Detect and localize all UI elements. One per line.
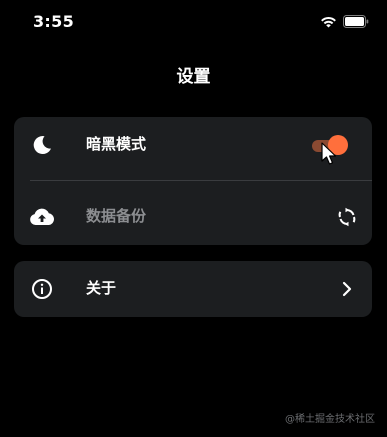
dark-mode-label: 暗黑模式 xyxy=(86,135,147,153)
backup-row[interactable]: 数据备份 xyxy=(14,189,372,245)
status-bar: 3:55 xyxy=(0,0,387,44)
moon-icon xyxy=(28,131,56,159)
dark-mode-row[interactable]: 暗黑模式 xyxy=(14,117,372,173)
about-label: 关于 xyxy=(86,279,117,297)
cloud-upload-icon xyxy=(28,203,56,231)
mouse-cursor-icon xyxy=(320,142,338,168)
settings-group-secondary: 关于 xyxy=(14,261,372,317)
wifi-icon xyxy=(320,13,337,32)
divider xyxy=(30,180,372,181)
watermark: @稀土掘金技术社区 xyxy=(285,414,375,425)
about-row[interactable]: 关于 xyxy=(14,261,372,317)
chevron-right-icon[interactable] xyxy=(336,278,358,300)
sync-icon[interactable] xyxy=(336,206,358,228)
info-icon xyxy=(28,275,56,303)
battery-icon xyxy=(343,13,369,32)
status-time: 3:55 xyxy=(33,12,74,31)
status-icons xyxy=(320,14,369,30)
page-title: 设置 xyxy=(176,67,211,87)
backup-label: 数据备份 xyxy=(86,207,147,225)
settings-group-primary: 暗黑模式 数据备份 xyxy=(14,117,372,245)
